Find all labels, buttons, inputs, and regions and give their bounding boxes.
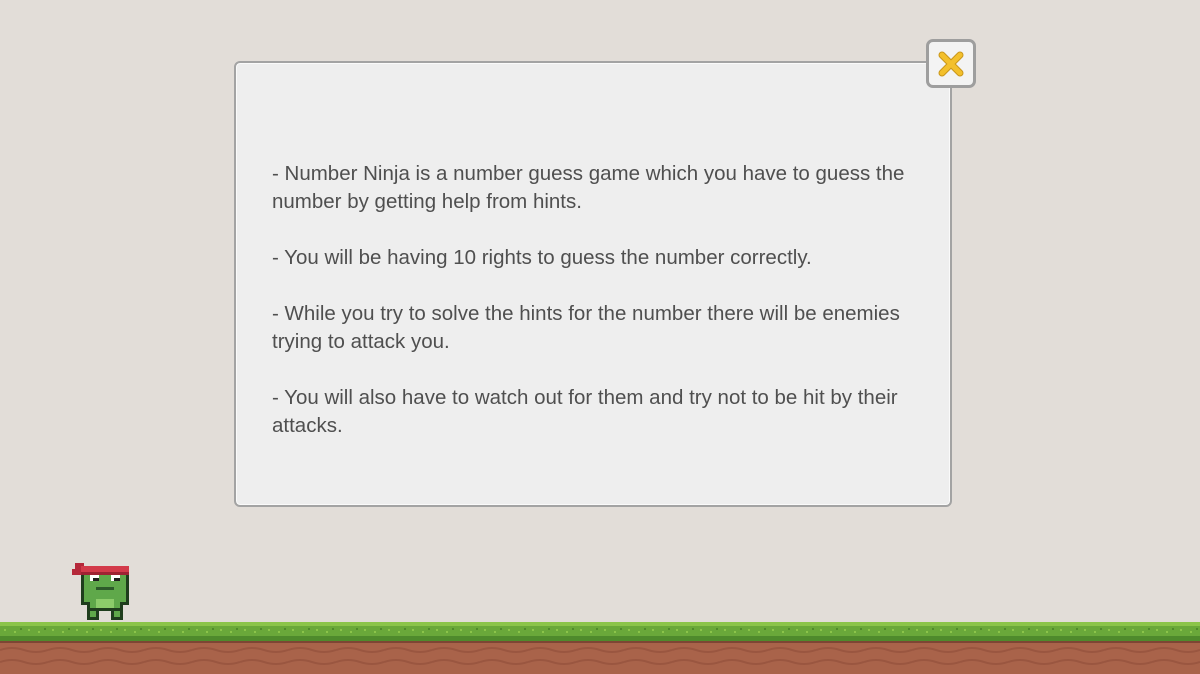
grass-strip xyxy=(0,622,1200,642)
close-icon xyxy=(938,51,964,76)
dirt-strip xyxy=(0,641,1200,674)
instruction-item: - Number Ninja is a number guess game wh… xyxy=(272,162,905,213)
instruction-item: - While you try to solve the hints for t… xyxy=(272,302,900,353)
close-button[interactable] xyxy=(926,39,976,88)
instruction-item: - You will also have to watch out for th… xyxy=(272,386,898,437)
ninja-frog-character xyxy=(72,563,129,620)
instructions-list: - Number Ninja is a number guess game wh… xyxy=(272,160,944,468)
instructions-dialog: - Number Ninja is a number guess game wh… xyxy=(234,61,952,507)
ground xyxy=(0,622,1200,674)
instruction-item: - You will be having 10 rights to guess … xyxy=(272,246,812,269)
